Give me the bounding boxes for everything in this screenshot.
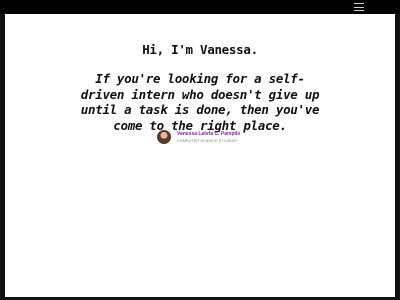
author-byline: Vanessa Latefa C. Pampilo COMPUTER SCIEN…: [157, 130, 240, 144]
menu-bar-line: [354, 10, 364, 11]
hero-tagline: If you're looking for a self- driven int…: [5, 71, 395, 133]
author-info: Vanessa Latefa C. Pampilo COMPUTER SCIEN…: [177, 131, 240, 144]
hero-tagline-line: driven intern who doesn't give up: [80, 86, 320, 102]
author-name[interactable]: Vanessa Latefa C. Pampilo: [177, 131, 240, 137]
menu-bar-line: [354, 6, 364, 8]
hero-tagline-line: If you're looking for a self-: [95, 71, 305, 86]
page-content: Hi, I'm Vanessa. If you're looking for a…: [5, 14, 395, 297]
menu-bar-line: [354, 3, 364, 4]
hamburger-menu-icon[interactable]: [354, 3, 364, 11]
author-title: COMPUTER SCIENCE STUDENT: [177, 138, 238, 143]
top-nav-bar: [0, 0, 400, 14]
hero-tagline-line: until a task is done, then you've: [80, 102, 320, 117]
hero-heading: Hi, I'm Vanessa. If you're looking for a…: [5, 42, 395, 133]
avatar: [157, 130, 171, 144]
hero-greeting: Hi, I'm Vanessa.: [142, 42, 258, 57]
